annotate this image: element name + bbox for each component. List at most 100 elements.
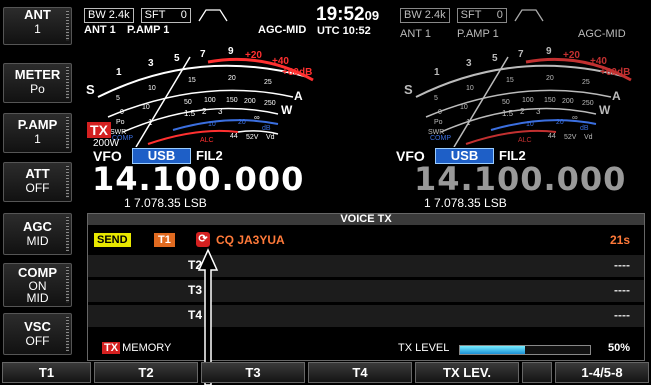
sub-a-tick: 15 <box>506 77 514 84</box>
sub-vd-tick: 52V <box>564 134 577 141</box>
sub-a-tick: 10 <box>466 85 474 92</box>
side-button-ant[interactable]: ANT 1 <box>3 7 72 45</box>
sub-sub-frequency: 1 7.078.35 LSB <box>424 196 507 210</box>
sub-s-tick-1: 1 <box>434 67 440 78</box>
sub-meter-db-label: dB <box>580 125 589 132</box>
side-button-ant-title: ANT <box>24 7 51 22</box>
main-filter-shape-icon <box>198 9 228 22</box>
sub-sft-label: SFT <box>460 9 482 21</box>
sub-s-tick-7: 7 <box>518 49 524 60</box>
main-a-tick: 5 <box>116 95 120 102</box>
main-po-tick: 0 <box>120 109 124 116</box>
side-button-ant-value: 1 <box>34 22 41 36</box>
main-swr-tick: 1.5 <box>184 109 196 118</box>
fkey-page[interactable]: 1-4/5-8 <box>555 362 649 383</box>
sub-po-tick: 10 <box>460 104 468 111</box>
sub-a-tick: 5 <box>434 95 438 102</box>
main-s-tick-5: 5 <box>174 53 180 64</box>
main-meter-s-label: S <box>86 82 95 97</box>
fkey-blank[interactable] <box>522 362 552 383</box>
main-pamp: P.AMP 1 <box>127 24 170 36</box>
main-swr-tick: 3 <box>218 107 223 116</box>
side-button-pamp[interactable]: P.AMP 1 <box>3 113 72 153</box>
side-button-att[interactable]: ATT OFF <box>3 162 72 202</box>
button-edge <box>66 117 69 149</box>
main-swr-tick: 2 <box>202 107 207 116</box>
sub-filter-shape-icon <box>514 9 544 22</box>
sub-po-tick: 100 <box>522 97 534 104</box>
clock: 19:5209 <box>316 4 379 26</box>
side-button-pamp-value: 1 <box>34 132 41 146</box>
sub-agc: AGC-MID <box>578 28 626 40</box>
sub-po-tick: 200 <box>562 98 574 105</box>
sub-swr-tick: 1.5 <box>502 109 514 118</box>
sub-pamp: P.AMP 1 <box>457 28 499 40</box>
main-meter-w-label: W <box>281 103 293 117</box>
tx-level-label: TX LEVEL <box>398 342 450 354</box>
voice-tx-row-t1[interactable]: SEND T1 ⟳ CQ JA3YUA 21s <box>88 230 644 252</box>
sub-swr-tick: 1 <box>466 118 471 127</box>
sub-meter-comp-label: COMP <box>430 135 451 142</box>
tx-memory-badge: TX <box>102 342 121 354</box>
fkey-t1[interactable]: T1 <box>2 362 91 383</box>
sub-s-over-40: +40 <box>590 56 607 67</box>
main-bw-box: BW 2.4k <box>84 8 134 23</box>
button-edge <box>66 217 69 251</box>
sub-a-tick: 25 <box>582 79 590 86</box>
main-a-tick: 10 <box>148 85 156 92</box>
tx-memory-label: TX MEMORY <box>102 342 171 354</box>
side-button-meter[interactable]: METER Po <box>3 63 72 103</box>
main-meter-alc-label: ALC <box>200 137 214 144</box>
main-s-tick-1: 1 <box>116 67 122 78</box>
side-button-vsc[interactable]: VSC OFF <box>3 313 72 355</box>
main-comp-tick: 20 <box>238 119 246 126</box>
fkey-t2[interactable]: T2 <box>94 362 198 383</box>
sub-swr-tick: 3 <box>536 107 541 116</box>
main-frequency[interactable]: 14.100.000 <box>92 160 304 198</box>
side-button-comp-title: COMP <box>18 265 57 280</box>
main-po-tick: 10 <box>142 104 150 111</box>
fkey-tx-level[interactable]: TX LEV. <box>415 362 519 383</box>
sub-header: BW 2.4k SFT 0 <box>400 8 544 23</box>
side-button-comp[interactable]: COMP ON MID <box>3 263 72 307</box>
button-edge <box>66 267 69 303</box>
fkey-t4[interactable]: T4 <box>308 362 412 383</box>
fkey-t3[interactable]: T3 <box>201 362 305 383</box>
side-button-meter-value: Po <box>30 82 45 96</box>
main-sft-label: SFT <box>144 9 166 21</box>
main-ant: ANT 1 <box>84 24 116 36</box>
main-swr-tick: 1 <box>148 118 153 127</box>
main-s-tick-3: 3 <box>148 58 154 69</box>
main-meter-po-label: Po <box>116 119 125 126</box>
transceiver-screen: ANT 1 METER Po P.AMP 1 ATT OFF AGC MID C… <box>0 0 651 385</box>
voice-tx-row-t4[interactable]: T4 ---- <box>88 305 644 327</box>
sub-s-tick-3: 3 <box>466 58 472 69</box>
sub-frequency[interactable]: 14.100.000 <box>414 160 626 198</box>
sub-swr-tick: 2 <box>520 107 525 116</box>
voice-tx-title: VOICE TX <box>88 214 644 225</box>
slot-t1-time: 21s <box>609 233 630 247</box>
sub-po-tick: 250 <box>582 100 594 107</box>
sub-bw-box: BW 2.4k <box>400 8 450 23</box>
slot-t4-time: ---- <box>614 308 630 322</box>
main-a-tick: 25 <box>264 79 272 86</box>
tx-memory-text: MEMORY <box>122 342 172 354</box>
sub-swr-tick: ∞ <box>572 113 578 122</box>
button-edge <box>66 67 69 99</box>
main-po-tick: 250 <box>264 100 276 107</box>
slot-t1-message: CQ JA3YUA <box>216 233 285 247</box>
send-indicator: SEND <box>94 233 131 247</box>
voice-tx-row-t2[interactable]: T2 ---- <box>88 255 644 277</box>
side-button-agc[interactable]: AGC MID <box>3 213 72 255</box>
main-s-over-60: +60dB <box>282 67 312 78</box>
side-button-meter-title: METER <box>14 67 61 82</box>
sub-meter-s-label: S <box>404 82 413 97</box>
sub-comp-tick: 10 <box>526 121 534 128</box>
voice-tx-row-t3[interactable]: T3 ---- <box>88 280 644 302</box>
sub-s-over-20: +20 <box>563 50 580 61</box>
side-button-att-value: OFF <box>25 181 50 195</box>
side-button-agc-value: MID <box>26 234 49 248</box>
sub-meter-alc-label: ALC <box>518 137 532 144</box>
main-po-tick: 100 <box>204 97 216 104</box>
side-button-vsc-value: OFF <box>25 334 50 348</box>
